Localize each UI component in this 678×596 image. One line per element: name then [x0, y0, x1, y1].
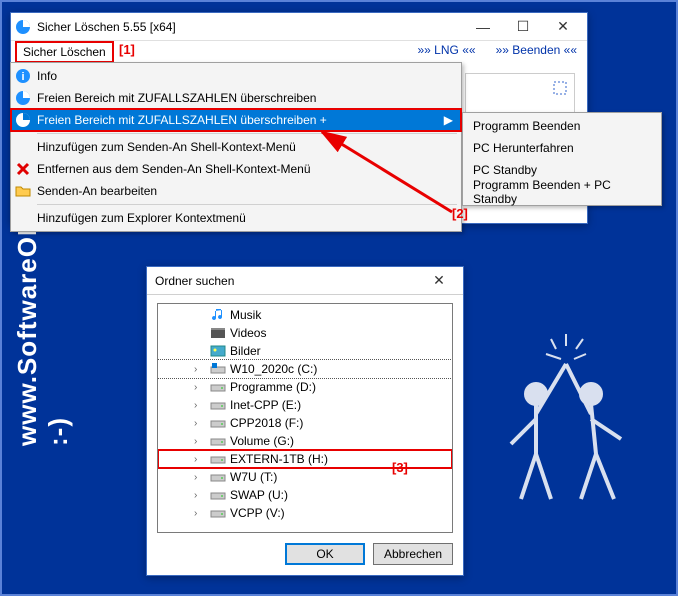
menu-item[interactable]: Hinzufügen zum Senden-An Shell-Kontext-M… — [11, 136, 461, 158]
tree-item-label: Musik — [230, 308, 261, 322]
tree-item[interactable]: › Inet-CPP (E:) — [158, 396, 452, 414]
pie-icon — [15, 112, 31, 128]
menu-item-label: Hinzufügen zum Senden-An Shell-Kontext-M… — [37, 140, 296, 154]
menu-item[interactable]: Freien Bereich mit ZUFALLSZAHLEN übersch… — [11, 109, 461, 131]
svg-text:i: i — [21, 71, 24, 83]
tree-item[interactable]: Musik — [158, 306, 452, 324]
menu-item-label: Hinzufügen zum Explorer Kontextmenü — [37, 211, 246, 225]
annotation-2: [2] — [452, 206, 468, 221]
cancel-button[interactable]: Abbrechen — [373, 543, 453, 565]
tree-item[interactable]: › W7U (T:) — [158, 468, 452, 486]
drive-icon — [210, 470, 226, 484]
menu-item-label: Freien Bereich mit ZUFALLSZAHLEN übersch… — [37, 113, 327, 127]
drive-win-icon — [210, 362, 226, 376]
tree-item[interactable]: › EXTERN-1TB (H:) — [158, 450, 452, 468]
drive-icon — [210, 506, 226, 520]
menu-item-label: Freien Bereich mit ZUFALLSZAHLEN übersch… — [37, 91, 316, 105]
blank-icon — [15, 210, 31, 226]
lng-link[interactable]: »» LNG «« — [418, 43, 476, 57]
tree-item-label: Videos — [230, 326, 266, 340]
main-dropdown: i Info Freien Bereich mit ZUFALLSZAHLEN üb… — [10, 62, 462, 232]
ok-button[interactable]: OK — [285, 543, 365, 565]
close-button[interactable]: ✕ — [543, 15, 583, 39]
tree-item[interactable]: › CPP2018 (F:) — [158, 414, 452, 432]
right-links: »» LNG «« »» Beenden «« — [416, 43, 578, 57]
menu-item[interactable]: Freien Bereich mit ZUFALLSZAHLEN übersch… — [11, 87, 461, 109]
browse-close-button[interactable]: ✕ — [419, 269, 459, 293]
expand-icon[interactable]: › — [194, 508, 206, 519]
drive-icon — [210, 398, 226, 412]
select-icon[interactable] — [552, 80, 568, 96]
expand-icon[interactable]: › — [194, 490, 206, 501]
tree-item-label: VCPP (V:) — [230, 506, 285, 520]
submenu-item[interactable]: PC Herunterfahren — [463, 137, 661, 159]
menu-item-label: Senden-An bearbeiten — [37, 184, 157, 198]
tree-item-label: EXTERN-1TB (H:) — [230, 452, 328, 466]
menu-item-label: Info — [37, 69, 57, 83]
drive-icon — [210, 434, 226, 448]
tree-item-label: SWAP (U:) — [230, 488, 288, 502]
browse-dialog: Ordner suchen ✕ Musik Videos Bilder › W10_20… — [146, 266, 464, 576]
tree-item-label: Volume (G:) — [230, 434, 294, 448]
maximize-button[interactable]: ☐ — [503, 15, 543, 39]
submenu-arrow-icon: ▶ — [444, 113, 453, 127]
window-title: Sicher Löschen 5.55 [x64] — [37, 20, 463, 34]
browse-titlebar[interactable]: Ordner suchen ✕ — [147, 267, 463, 295]
tree-item-label: W10_2020c (C:) — [230, 362, 317, 376]
menu-item[interactable]: Senden-An bearbeiten — [11, 180, 461, 202]
drive-icon — [210, 380, 226, 394]
folder-icon — [15, 183, 31, 199]
submenu-item[interactable]: Programm Beenden + PC Standby — [463, 181, 661, 203]
menu-item[interactable]: i Info — [11, 65, 461, 87]
music-icon — [210, 308, 226, 322]
expand-icon[interactable]: › — [194, 382, 206, 393]
expand-icon[interactable]: › — [194, 400, 206, 411]
submenu: Programm BeendenPC HerunterfahrenPC Stan… — [462, 112, 662, 206]
titlebar[interactable]: Sicher Löschen 5.55 [x64] — ☐ ✕ — [11, 13, 587, 41]
annotation-3: [3] — [392, 460, 408, 475]
tree-item[interactable]: Bilder — [158, 342, 452, 360]
menu-sicher-loeschen[interactable]: Sicher Löschen — [15, 41, 114, 63]
expand-icon[interactable]: › — [194, 436, 206, 447]
expand-icon[interactable]: › — [194, 472, 206, 483]
pie-icon — [15, 90, 31, 106]
expand-icon[interactable]: › — [194, 364, 206, 375]
menu-item[interactable]: Hinzufügen zum Explorer Kontextmenü — [11, 207, 461, 229]
annotation-1: [1] — [119, 42, 135, 57]
minimize-button[interactable]: — — [463, 15, 503, 39]
app-icon — [15, 19, 31, 35]
pics-icon — [210, 344, 226, 358]
tree-item-label: W7U (T:) — [230, 470, 277, 484]
menubar: Sicher Löschen [1] »» LNG «« »» Beenden … — [11, 41, 587, 63]
menu-item-label: Entfernen aus dem Senden-An Shell-Kontex… — [37, 162, 311, 176]
tree-item-label: CPP2018 (F:) — [230, 416, 303, 430]
tree-item[interactable]: › VCPP (V:) — [158, 504, 452, 522]
expand-icon[interactable]: › — [194, 454, 206, 465]
drive-icon — [210, 416, 226, 430]
blank-icon — [15, 139, 31, 155]
beenden-link[interactable]: »» Beenden «« — [496, 43, 577, 57]
info-icon: i — [15, 68, 31, 84]
tree-item-label: Bilder — [230, 344, 261, 358]
expand-icon[interactable]: › — [194, 418, 206, 429]
tree-item[interactable]: › W10_2020c (C:) — [158, 360, 452, 378]
drive-icon — [210, 452, 226, 466]
drive-icon — [210, 488, 226, 502]
tree-item-label: Programme (D:) — [230, 380, 316, 394]
tree-item[interactable]: › Volume (G:) — [158, 432, 452, 450]
folder-tree[interactable]: Musik Videos Bilder › W10_2020c (C:) › Program… — [157, 303, 453, 533]
tree-item[interactable]: › SWAP (U:) — [158, 486, 452, 504]
browse-title: Ordner suchen — [151, 274, 419, 288]
decorative-figures — [486, 324, 646, 524]
submenu-item[interactable]: Programm Beenden — [463, 115, 661, 137]
tree-item[interactable]: Videos — [158, 324, 452, 342]
menu-item[interactable]: Entfernen aus dem Senden-An Shell-Kontex… — [11, 158, 461, 180]
tree-item-label: Inet-CPP (E:) — [230, 398, 301, 412]
x-icon — [15, 161, 31, 177]
video-icon — [210, 326, 226, 340]
tree-item[interactable]: › Programme (D:) — [158, 378, 452, 396]
